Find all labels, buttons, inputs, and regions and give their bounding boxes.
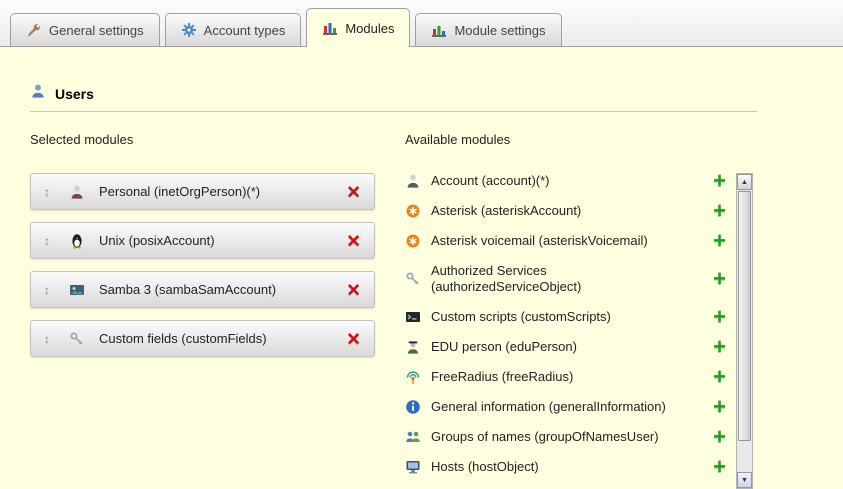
tab-modules[interactable]: Modules (306, 8, 410, 47)
add-icon[interactable]: + (713, 173, 726, 189)
tab-general-settings[interactable]: General settings (10, 13, 160, 46)
tools-keys-icon (69, 331, 85, 347)
available-modules-column: Available modules Account (account)(*) + (405, 132, 753, 489)
selected-module-unix[interactable]: ↕ Unix (posixAccount) × (30, 222, 375, 259)
available-module-freeradius: FreeRadius (freeRadius) + (405, 369, 736, 385)
selected-module-label: Custom fields (customFields) (99, 331, 267, 346)
tab-label: Account types (204, 23, 286, 38)
available-module-label: Authorized Services (authorizedServiceOb… (431, 263, 683, 295)
tab-label: Module settings (454, 23, 545, 38)
add-icon[interactable]: + (713, 399, 726, 415)
tab-bar: General settings Account types (0, 0, 843, 47)
available-module-label: Hosts (hostObject) (431, 459, 683, 475)
available-module-hosts: Hosts (hostObject) + (405, 459, 736, 475)
delete-icon[interactable]: × (347, 184, 360, 200)
users-section-header: Users (30, 83, 843, 104)
selected-module-label: Unix (posixAccount) (99, 233, 215, 248)
add-icon[interactable]: + (713, 339, 726, 355)
available-modules-list-wrap: Account (account)(*) + (405, 173, 753, 489)
tab-module-settings[interactable]: Module settings (415, 13, 561, 46)
available-module-authorized-services: Authorized Services (authorizedServiceOb… (405, 263, 736, 295)
available-module-edu-person: EDU person (eduPerson) + (405, 339, 736, 355)
add-icon[interactable]: + (713, 309, 726, 325)
module-settings-chart-icon (431, 22, 447, 38)
modules-tab-content: Users Selected modules ↕ Personal (inetO… (0, 47, 843, 489)
wrench-icon (26, 22, 42, 38)
drag-handle-icon[interactable]: ↕ (39, 185, 55, 199)
available-modules-list: Account (account)(*) + (405, 173, 736, 489)
asterisk-icon (405, 233, 421, 249)
available-module-label: EDU person (eduPerson) (431, 339, 683, 355)
add-icon[interactable]: + (713, 429, 726, 445)
penguin-icon (69, 233, 85, 249)
add-icon[interactable]: + (713, 369, 726, 385)
delete-icon[interactable]: × (347, 331, 360, 347)
available-module-label: Groups of names (groupOfNamesUser) (431, 429, 683, 445)
modules-chart-icon (322, 20, 338, 36)
add-icon[interactable]: + (713, 233, 726, 249)
user-icon (30, 83, 46, 104)
keys-icon (405, 271, 421, 287)
edu-person-icon (405, 339, 421, 355)
available-module-label: General information (generalInformation) (431, 399, 683, 415)
selected-module-personal[interactable]: ↕ Personal (inetOrgPerson)(*) × (30, 173, 375, 210)
account-person-icon (405, 173, 421, 189)
host-monitor-icon (405, 459, 421, 475)
person-icon (69, 184, 85, 200)
available-module-groups-of-names: Groups of names (groupOfNamesUser) + (405, 429, 736, 445)
scrollbar-thumb[interactable] (738, 191, 751, 441)
available-module-asterisk: Asterisk (asteriskAccount) + (405, 203, 736, 219)
terminal-icon (405, 309, 421, 325)
available-module-label: Asterisk voicemail (asteriskVoicemail) (431, 233, 683, 249)
delete-icon[interactable]: × (347, 282, 360, 298)
available-module-label: FreeRadius (freeRadius) (431, 369, 683, 385)
modules-columns: Selected modules ↕ Personal (inetOrgPers… (30, 132, 843, 489)
tab-label: General settings (49, 23, 144, 38)
selected-module-samba[interactable]: ↕ Samba 3 (sambaSamAccount) × (30, 271, 375, 308)
delete-icon[interactable]: × (347, 233, 360, 249)
tab-account-types[interactable]: Account types (165, 13, 302, 46)
scroll-up-icon[interactable]: ▲ (737, 174, 752, 190)
available-module-label: Asterisk (asteriskAccount) (431, 203, 683, 219)
available-module-asterisk-voicemail: Asterisk voicemail (asteriskVoicemail) + (405, 233, 736, 249)
drag-handle-icon[interactable]: ↕ (39, 332, 55, 346)
info-icon (405, 399, 421, 415)
samba-picture-icon (69, 282, 85, 298)
available-modules-scrollbar[interactable]: ▲ ▼ (736, 173, 753, 489)
selected-module-label: Samba 3 (sambaSamAccount) (99, 282, 276, 297)
selected-modules-heading: Selected modules (30, 132, 375, 147)
available-module-custom-scripts: Custom scripts (customScripts) + (405, 309, 736, 325)
section-divider (30, 111, 757, 112)
asterisk-icon (405, 203, 421, 219)
drag-handle-icon[interactable]: ↕ (39, 283, 55, 297)
group-icon (405, 429, 421, 445)
scroll-down-icon[interactable]: ▼ (737, 472, 752, 488)
available-module-label: Account (account)(*) (431, 173, 683, 189)
selected-modules-column: Selected modules ↕ Personal (inetOrgPers… (30, 132, 375, 489)
add-icon[interactable]: + (713, 459, 726, 475)
add-icon[interactable]: + (713, 203, 726, 219)
selected-module-custom-fields[interactable]: ↕ Custom fields (customFields) × (30, 320, 375, 357)
available-module-general-information: General information (generalInformation)… (405, 399, 736, 415)
selected-module-label: Personal (inetOrgPerson)(*) (99, 184, 260, 199)
drag-handle-icon[interactable]: ↕ (39, 234, 55, 248)
available-modules-heading: Available modules (405, 132, 753, 147)
section-title: Users (55, 86, 94, 102)
add-icon[interactable]: + (713, 271, 726, 287)
tab-label: Modules (345, 21, 394, 36)
available-module-label: Custom scripts (customScripts) (431, 309, 683, 325)
scrollbar-track[interactable] (737, 442, 752, 472)
antenna-icon (405, 369, 421, 385)
available-module-account: Account (account)(*) + (405, 173, 736, 189)
gear-icon (181, 22, 197, 38)
